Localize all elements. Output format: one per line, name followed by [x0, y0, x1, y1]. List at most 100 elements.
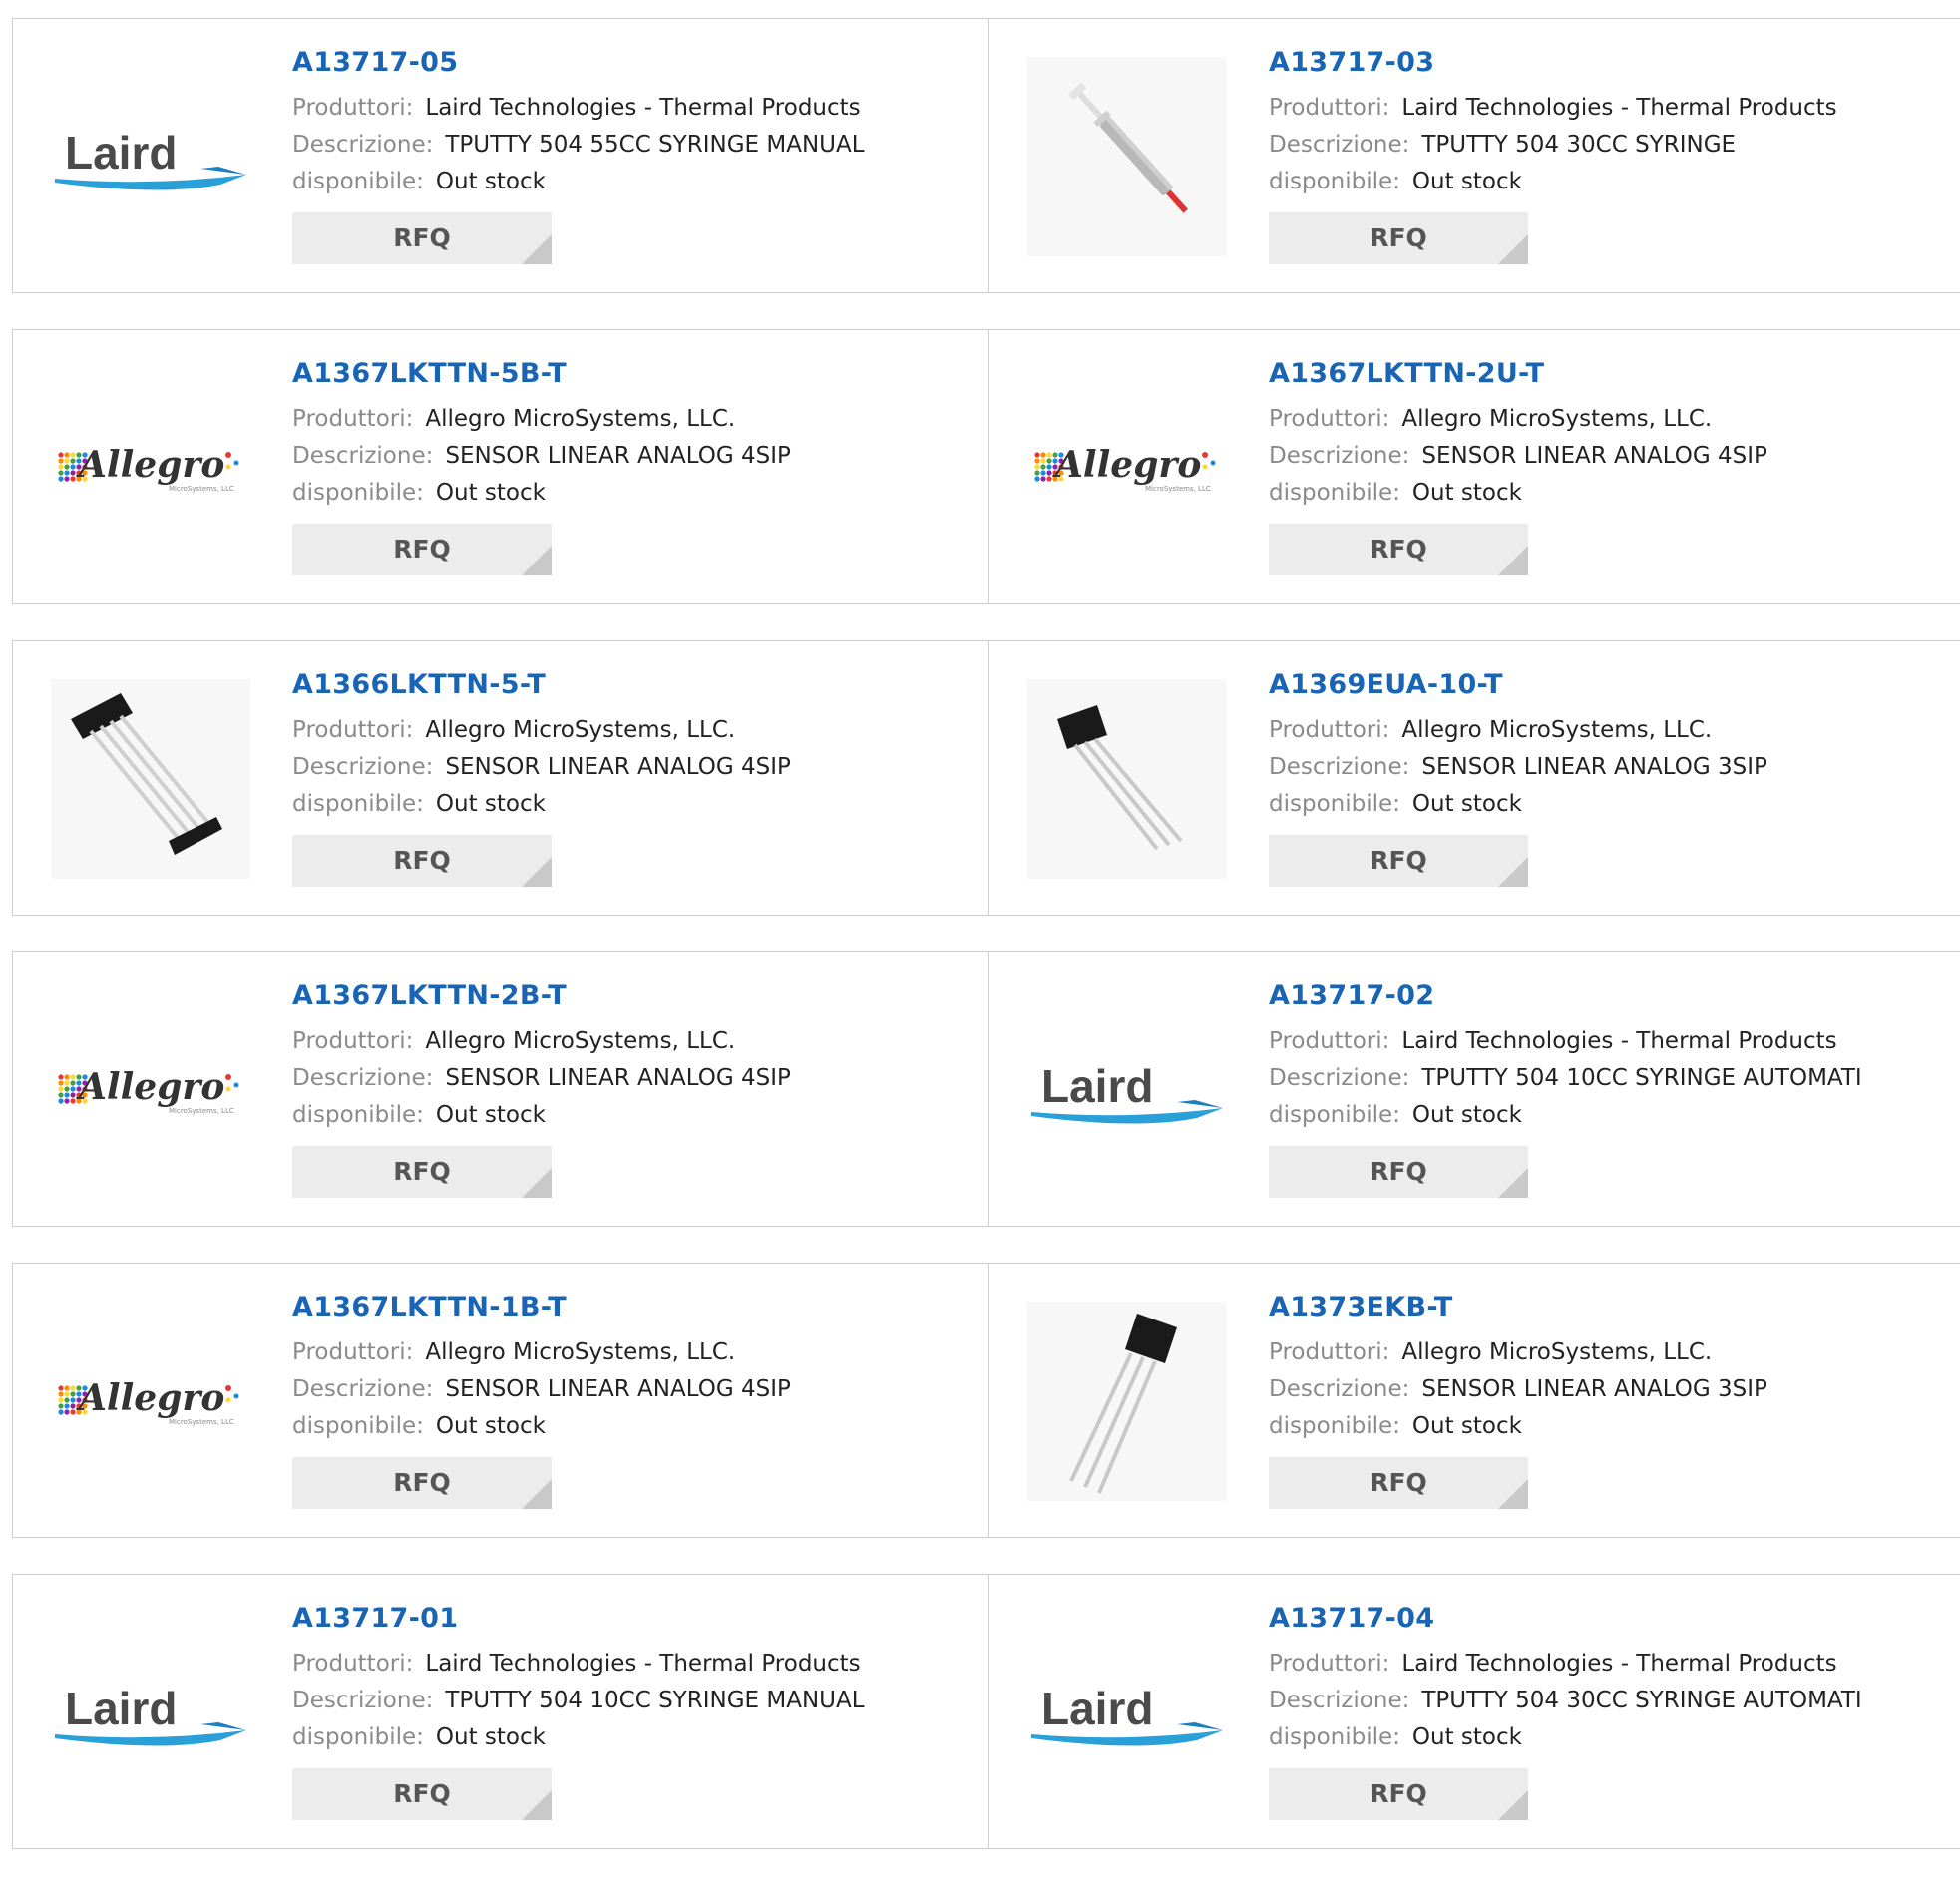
- rfq-button[interactable]: RFQ: [1269, 1146, 1528, 1198]
- part-number-link[interactable]: A1367LKTTN-2U-T: [1269, 358, 1767, 389]
- product-row: Laird A13717-05 Produttori: Laird Technol…: [12, 18, 1960, 293]
- manufacturer-value: Laird Technologies - Thermal Products: [1401, 95, 1837, 121]
- product-card: A13717-03 Produttori: Laird Technologies …: [988, 19, 1960, 292]
- manufacturer-line: Produttori: Laird Technologies - Thermal …: [1269, 1023, 1862, 1060]
- manufacturer-value: Allegro MicroSystems, LLC.: [425, 1339, 736, 1365]
- corner-triangle-icon: [1498, 1479, 1528, 1509]
- availability-label: disponibile:: [292, 1724, 424, 1750]
- availability-value: Out stock: [435, 480, 546, 506]
- allegro-logo-text: Allegro: [76, 1066, 224, 1108]
- manufacturer-line: Produttori: Allegro MicroSystems, LLC.: [292, 401, 791, 438]
- availability-label: disponibile:: [1269, 1413, 1400, 1439]
- availability-value: Out stock: [1411, 480, 1522, 506]
- availability-label: disponibile:: [1269, 480, 1400, 506]
- part-number-link[interactable]: A1366LKTTN-5-T: [292, 669, 791, 700]
- rfq-button[interactable]: RFQ: [292, 524, 552, 575]
- rfq-button[interactable]: RFQ: [292, 1457, 552, 1509]
- product-info: A1367LKTTN-2B-T Produttori: Allegro Micro…: [292, 980, 791, 1198]
- part-number-link[interactable]: A13717-04: [1269, 1603, 1862, 1634]
- description-value: SENSOR LINEAR ANALOG 4SIP: [445, 1376, 791, 1402]
- corner-triangle-icon: [1498, 1790, 1528, 1820]
- product-image[interactable]: [1027, 1302, 1227, 1501]
- rfq-label: RFQ: [393, 535, 451, 564]
- allegro-logo: Allegro MicroSystems, LLC: [58, 444, 239, 493]
- description-label: Descrizione:: [292, 132, 434, 158]
- availability-label: disponibile:: [292, 480, 424, 506]
- part-number-link[interactable]: A13717-03: [1269, 47, 1837, 78]
- manufacturer-line: Produttori: Allegro MicroSystems, LLC.: [1269, 401, 1767, 438]
- allegro-logo: Allegro MicroSystems, LLC: [1034, 444, 1216, 493]
- rfq-button[interactable]: RFQ: [1269, 524, 1528, 575]
- manufacturer-value: Laird Technologies - Thermal Products: [1401, 1651, 1837, 1677]
- part-number-link[interactable]: A1369EUA-10-T: [1269, 669, 1767, 700]
- rfq-button[interactable]: RFQ: [292, 835, 552, 887]
- part-number-link[interactable]: A13717-02: [1269, 980, 1862, 1011]
- allegro-logo: Allegro MicroSystems, LLC: [58, 1066, 239, 1115]
- description-label: Descrizione:: [1269, 1376, 1410, 1402]
- description-label: Descrizione:: [1269, 443, 1410, 469]
- corner-triangle-icon: [522, 857, 552, 887]
- rfq-button[interactable]: RFQ: [292, 1768, 552, 1820]
- description-line: Descrizione: SENSOR LINEAR ANALOG 3SIP: [1269, 749, 1767, 786]
- rfq-button[interactable]: RFQ: [1269, 212, 1528, 264]
- product-card: Allegro MicroSystems, LLC A1367LKTTN-1B-…: [13, 1264, 988, 1537]
- availability-line: disponibile: Out stock: [292, 1408, 791, 1445]
- allegro-logo-text: Allegro: [76, 444, 224, 486]
- availability-line: disponibile: Out stock: [292, 1097, 791, 1134]
- product-image[interactable]: Laird: [1027, 1613, 1227, 1812]
- part-number-link[interactable]: A1373EKB-T: [1269, 1292, 1767, 1322]
- product-card: A1373EKB-T Produttori: Allegro MicroSyste…: [988, 1264, 1960, 1537]
- rfq-button[interactable]: RFQ: [292, 212, 552, 264]
- product-info: A1367LKTTN-2U-T Produttori: Allegro Micro…: [1269, 358, 1767, 575]
- availability-value: Out stock: [1411, 1413, 1522, 1439]
- manufacturer-label: Produttori:: [292, 1028, 414, 1054]
- product-image[interactable]: [1027, 679, 1227, 879]
- allegro-logo-subtext: MicroSystems, LLC: [169, 1418, 234, 1426]
- part-number-link[interactable]: A1367LKTTN-5B-T: [292, 358, 791, 389]
- product-image[interactable]: Laird: [1027, 990, 1227, 1190]
- product-info: A1366LKTTN-5-T Produttori: Allegro MicroS…: [292, 669, 791, 887]
- availability-line: disponibile: Out stock: [1269, 1097, 1862, 1134]
- description-line: Descrizione: TPUTTY 504 55CC SYRINGE MANU…: [292, 127, 865, 164]
- availability-label: disponibile:: [292, 1102, 424, 1128]
- product-image[interactable]: Laird: [51, 57, 250, 256]
- laird-logo-text: Laird: [1041, 1060, 1153, 1112]
- manufacturer-value: Laird Technologies - Thermal Products: [425, 95, 861, 121]
- rfq-button[interactable]: RFQ: [1269, 1457, 1528, 1509]
- product-image[interactable]: Allegro MicroSystems, LLC: [51, 368, 250, 567]
- product-image[interactable]: [1027, 57, 1227, 256]
- part-number-link[interactable]: A13717-01: [292, 1603, 865, 1634]
- description-line: Descrizione: SENSOR LINEAR ANALOG 4SIP: [1269, 438, 1767, 475]
- part-number-link[interactable]: A1367LKTTN-1B-T: [292, 1292, 791, 1322]
- description-value: SENSOR LINEAR ANALOG 4SIP: [445, 443, 791, 469]
- rfq-button[interactable]: RFQ: [292, 1146, 552, 1198]
- product-image[interactable]: Laird: [51, 1613, 250, 1812]
- sip3-package-image: [1027, 679, 1227, 879]
- part-number-link[interactable]: A1367LKTTN-2B-T: [292, 980, 791, 1011]
- product-image[interactable]: [51, 679, 250, 879]
- manufacturer-value: Allegro MicroSystems, LLC.: [1401, 717, 1713, 743]
- rfq-button[interactable]: RFQ: [1269, 1768, 1528, 1820]
- description-value: TPUTTY 504 10CC SYRINGE MANUAL: [445, 1688, 865, 1713]
- product-card: Allegro MicroSystems, LLC A1367LKTTN-2U-…: [988, 330, 1960, 603]
- product-info: A1367LKTTN-1B-T Produttori: Allegro Micro…: [292, 1292, 791, 1509]
- manufacturer-label: Produttori:: [1269, 1651, 1390, 1677]
- rfq-button[interactable]: RFQ: [1269, 835, 1528, 887]
- product-image[interactable]: Allegro MicroSystems, LLC: [1027, 368, 1227, 567]
- rfq-label: RFQ: [393, 1157, 451, 1186]
- product-image[interactable]: Allegro MicroSystems, LLC: [51, 1302, 250, 1501]
- description-line: Descrizione: SENSOR LINEAR ANALOG 3SIP: [1269, 1371, 1767, 1408]
- part-number-link[interactable]: A13717-05: [292, 47, 865, 78]
- rfq-label: RFQ: [1370, 1468, 1427, 1497]
- description-line: Descrizione: SENSOR LINEAR ANALOG 4SIP: [292, 438, 791, 475]
- description-line: Descrizione: TPUTTY 504 10CC SYRINGE MANU…: [292, 1683, 865, 1719]
- manufacturer-label: Produttori:: [292, 1651, 414, 1677]
- availability-label: disponibile:: [292, 1413, 424, 1439]
- manufacturer-value: Allegro MicroSystems, LLC.: [425, 717, 736, 743]
- availability-label: disponibile:: [1269, 791, 1400, 817]
- product-card: Allegro MicroSystems, LLC A1367LKTTN-5B-…: [13, 330, 988, 603]
- product-image[interactable]: Allegro MicroSystems, LLC: [51, 990, 250, 1190]
- availability-value: Out stock: [435, 791, 546, 817]
- manufacturer-line: Produttori: Allegro MicroSystems, LLC.: [1269, 1334, 1767, 1371]
- product-card: Laird A13717-04 Produttori: Laird Technol…: [988, 1575, 1960, 1848]
